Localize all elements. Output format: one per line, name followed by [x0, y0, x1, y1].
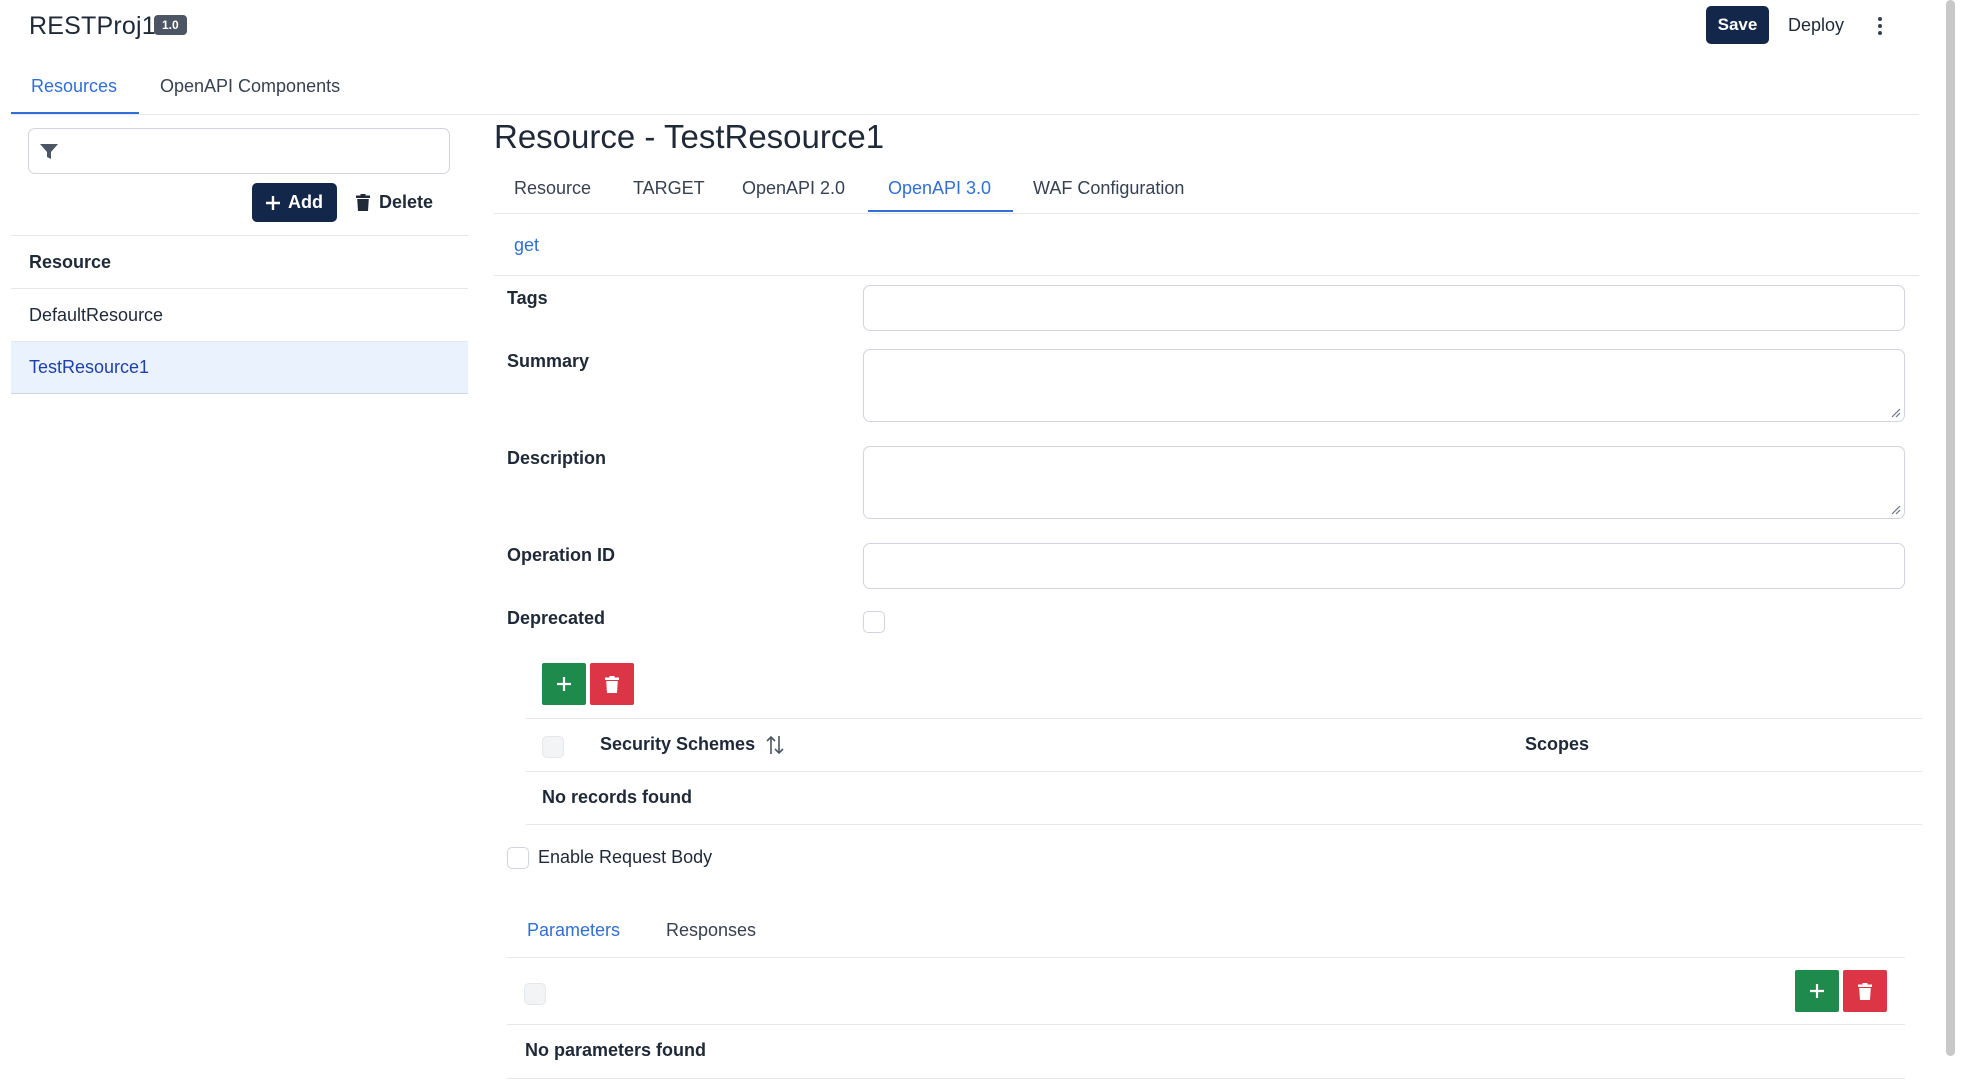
trash-icon — [605, 675, 619, 693]
deprecated-checkbox[interactable] — [863, 611, 885, 633]
scrollbar-thumb[interactable] — [1946, 0, 1955, 1056]
delete-parameter-button[interactable] — [1843, 970, 1887, 1012]
plus-icon — [557, 677, 571, 691]
tab-openapi-3[interactable]: OpenAPI 3.0 — [888, 178, 991, 199]
deprecated-label: Deprecated — [507, 608, 606, 628]
method-tabs-divider — [494, 275, 1919, 276]
summary-label: Summary — [507, 351, 590, 371]
description-textarea[interactable] — [863, 446, 1905, 519]
tags-input[interactable] — [863, 285, 1905, 331]
plus-icon — [266, 195, 280, 210]
filter-input[interactable] — [28, 128, 450, 174]
security-empty-message: No records found — [542, 787, 693, 807]
trash-icon — [356, 194, 370, 211]
sub-tabs-divider — [494, 213, 1919, 214]
security-table-bottom-border — [526, 824, 1922, 825]
resize-grip-icon[interactable] — [1891, 408, 1901, 418]
page-title: Resource - TestResource1 — [494, 118, 885, 155]
enable-request-body-label[interactable]: Enable Request Body — [538, 847, 712, 868]
delete-label: Delete — [379, 192, 434, 212]
version-badge: 1.0 — [154, 15, 187, 35]
security-schemes-column-header[interactable]: Security Schemes — [600, 734, 755, 755]
filter-icon — [40, 144, 58, 159]
resize-grip-icon[interactable] — [1891, 505, 1901, 515]
tab-parameters[interactable]: Parameters — [527, 920, 620, 941]
kebab-vertical-icon[interactable] — [1868, 12, 1892, 40]
app-title: RESTProj1 — [29, 12, 156, 40]
description-label: Description — [507, 448, 607, 468]
tab-openapi-components[interactable]: OpenAPI Components — [160, 76, 340, 97]
list-item-default-resource[interactable]: DefaultResource — [11, 288, 468, 341]
add-parameter-button[interactable] — [1795, 970, 1839, 1012]
tab-target[interactable]: TARGET — [633, 178, 705, 199]
deploy-button[interactable]: Deploy — [1780, 6, 1852, 44]
method-tab-get[interactable]: get — [514, 235, 539, 256]
delete-resource-button[interactable]: Delete — [356, 183, 433, 222]
parameters-empty-message: No parameters found — [525, 1040, 707, 1060]
scopes-column-header: Scopes — [1525, 734, 1590, 754]
parameters-table-header-border — [507, 1024, 1905, 1025]
trash-icon — [1858, 982, 1872, 1000]
tab-resource[interactable]: Resource — [514, 178, 591, 199]
bottom-tabs-divider — [507, 957, 1905, 958]
save-button[interactable]: Save — [1706, 6, 1769, 44]
add-resource-button[interactable]: Add — [252, 183, 337, 222]
parameters-select-all-checkbox[interactable] — [524, 983, 546, 1005]
add-label: Add — [288, 192, 323, 212]
security-table-header-border — [526, 771, 1922, 772]
tab-responses[interactable]: Responses — [666, 920, 756, 941]
operation-id-label: Operation ID — [507, 545, 616, 565]
tab-waf-configuration[interactable]: WAF Configuration — [1033, 178, 1184, 199]
operation-id-input[interactable] — [863, 543, 1905, 589]
tab-openapi-2[interactable]: OpenAPI 2.0 — [742, 178, 845, 199]
enable-request-body-checkbox[interactable] — [507, 847, 529, 869]
resource-list-header: Resource — [11, 235, 468, 288]
active-tab-indicator — [11, 112, 139, 114]
tags-label: Tags — [507, 288, 548, 308]
sort-icon[interactable] — [766, 735, 784, 755]
plus-icon — [1810, 984, 1824, 998]
tab-resources[interactable]: Resources — [31, 76, 117, 97]
security-table-top-border — [526, 718, 1922, 719]
top-tabs-divider — [11, 114, 1919, 115]
add-security-scheme-button[interactable] — [542, 663, 586, 705]
active-subtab-indicator — [868, 210, 1013, 212]
parameters-table-bottom-border — [507, 1078, 1905, 1079]
list-item-test-resource1[interactable]: TestResource1 — [11, 341, 468, 394]
delete-security-scheme-button[interactable] — [590, 663, 634, 705]
summary-textarea[interactable] — [863, 349, 1905, 422]
security-select-all-checkbox[interactable] — [542, 736, 564, 758]
